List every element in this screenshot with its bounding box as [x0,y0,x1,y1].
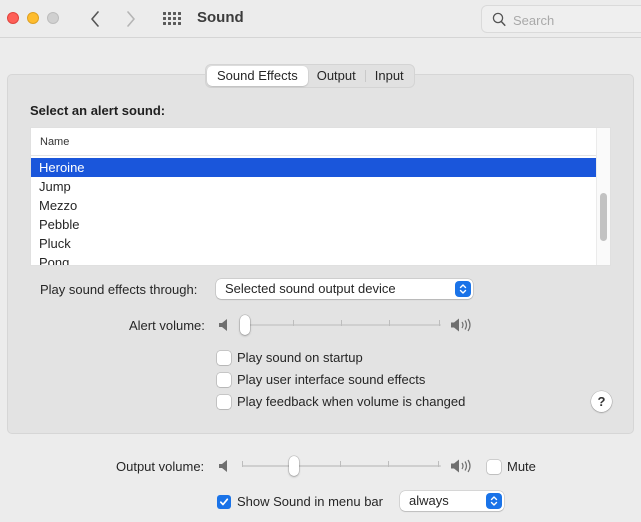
list-item[interactable]: Mezzo [31,196,597,215]
popup-stepper-icon [486,493,502,509]
scrollbar-thumb[interactable] [600,193,607,241]
list-item[interactable]: Heroine [31,158,597,177]
close-button[interactable] [7,12,19,24]
checkbox-label: Play feedback when volume is changed [237,394,466,409]
vertical-scrollbar[interactable] [596,128,610,265]
alert-sound-heading: Select an alert sound: [30,103,166,118]
ui-sound-effects-checkbox[interactable]: Play user interface sound effects [217,372,425,387]
minimize-button[interactable] [27,12,39,24]
output-volume-label: Output volume: [116,459,205,474]
forward-button[interactable] [121,8,141,30]
popup-stepper-icon [455,281,471,297]
zoom-button[interactable] [47,12,59,24]
slider-tick [341,320,342,326]
checkmark-icon [219,497,229,505]
speaker-low-icon [219,460,227,472]
tab-input[interactable]: Input [366,66,413,86]
checkbox-box[interactable] [217,372,231,387]
show-all-button[interactable] [163,11,181,25]
slider-tick [439,320,440,326]
help-button[interactable]: ? [591,391,612,412]
search-placeholder: Search [513,13,555,28]
alert-volume-label: Alert volume: [129,318,205,333]
checkbox-label: Show Sound in menu bar [237,494,383,509]
list-item[interactable]: Jump [31,177,597,196]
speaker-low-icon [219,319,227,331]
back-button[interactable] [85,8,105,30]
menu-bar-visibility-value: always [409,493,449,508]
checkbox-box[interactable] [217,350,231,365]
checkbox-box[interactable] [217,394,231,409]
speaker-high-icon [451,318,471,332]
slider-tick [438,461,439,467]
slider-tick [242,461,243,467]
checkbox-box-checked[interactable] [217,494,231,509]
alert-sound-table: Name Heroine Jump Mezzo Pebble Pluck Pon… [30,127,611,266]
list-item[interactable]: Pluck [31,234,597,253]
play-through-label: Play sound effects through: [40,282,198,297]
checkbox-label: Play user interface sound effects [237,372,426,387]
slider-tick [293,320,294,326]
slider-tick [389,320,390,326]
menu-bar-visibility-select[interactable]: always [400,491,504,511]
volume-feedback-checkbox[interactable]: Play feedback when volume is changed [217,394,465,409]
checkbox-label: Play sound on startup [237,350,363,365]
grid-icon [163,11,166,15]
title-bar: Sound Search [0,0,641,38]
list-item[interactable]: Pong [31,253,597,265]
tab-bar: Sound Effects Output Input [205,64,415,88]
chevron-left-icon [91,11,99,27]
slider-tick [388,461,389,467]
output-volume-slider[interactable] [242,456,441,476]
checkbox-label: Mute [507,459,536,474]
alert-sound-list: Heroine Jump Mezzo Pebble Pluck Pong [31,158,597,265]
column-header-name[interactable]: Name [40,136,69,148]
tab-sound-effects[interactable]: Sound Effects [207,66,308,86]
slider-knob[interactable] [240,315,250,335]
slider-track [242,465,441,467]
list-item[interactable]: Pebble [31,215,597,234]
mute-checkbox[interactable]: Mute [487,459,536,474]
startup-sound-checkbox[interactable]: Play sound on startup [217,350,363,365]
checkbox-box[interactable] [487,459,501,474]
table-header: Name [31,128,597,156]
chevron-right-icon [127,11,135,27]
window-title: Sound [197,9,244,26]
alert-volume-slider[interactable] [240,315,441,335]
tab-output[interactable]: Output [308,66,365,86]
speaker-high-icon [451,459,471,473]
play-through-select[interactable]: Selected sound output device [216,279,473,299]
play-through-value: Selected sound output device [225,281,396,296]
search-field[interactable]: Search [481,5,641,33]
magnifier-icon [492,12,506,27]
show-in-menu-bar-checkbox[interactable]: Show Sound in menu bar [217,494,383,509]
slider-tick [340,461,341,467]
slider-knob[interactable] [289,456,299,476]
